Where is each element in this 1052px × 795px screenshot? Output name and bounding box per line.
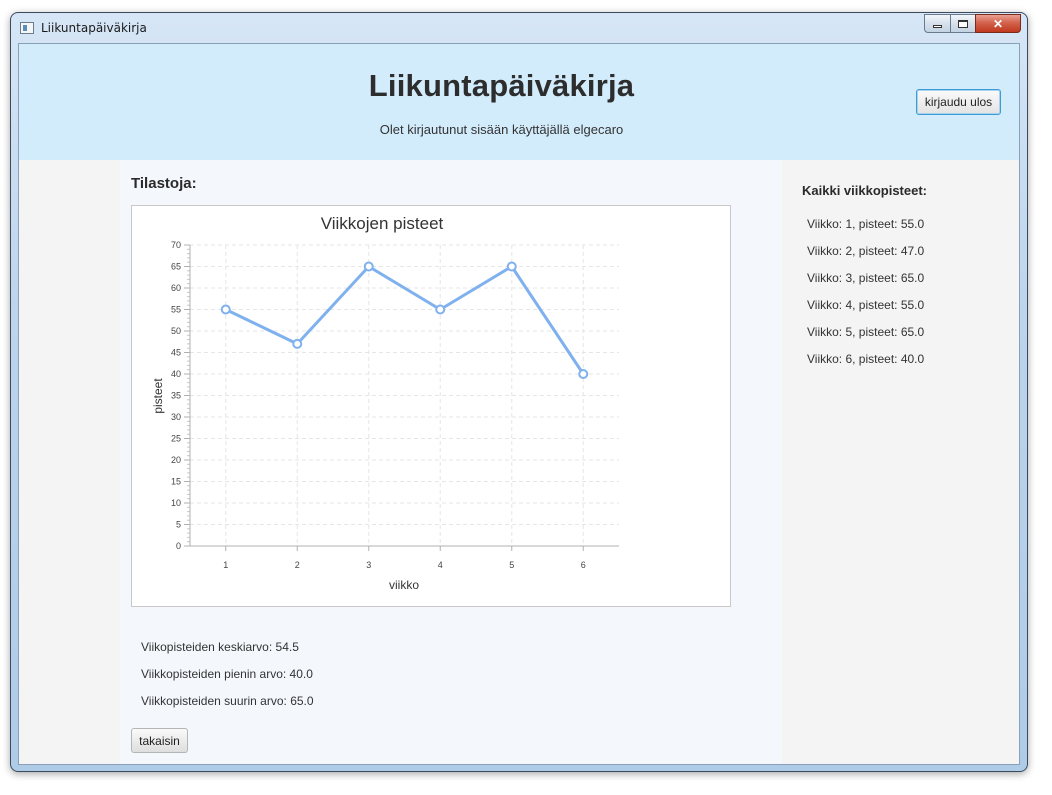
app-icon — [20, 22, 34, 34]
x-tick-label: 3 — [366, 560, 371, 570]
data-point — [363, 261, 374, 272]
y-tick-label: 45 — [171, 348, 181, 358]
statistics-panel: Tilastoja: Viikkojen pisteet 0 5 10 15 20 25 3… — [120, 160, 782, 764]
y-tick-label: 60 — [171, 283, 181, 293]
login-status-text: Olet kirjautunut sisään käyttäjällä elge… — [379, 122, 624, 137]
window-title: Liikuntapäiväkirja — [41, 21, 147, 35]
x-tick-label: 2 — [295, 560, 300, 570]
minimize-button[interactable] — [924, 14, 950, 33]
header: Liikuntapäiväkirja Olet kirjautunut sisä… — [19, 44, 1019, 160]
x-tick-label: 1 — [223, 560, 228, 570]
y-tick-label: 40 — [171, 369, 181, 379]
y-tick-label: 50 — [171, 326, 181, 336]
y-tick-label: 30 — [171, 412, 181, 422]
logout-button[interactable]: kirjaudu ulos — [916, 89, 1001, 115]
list-item: Viikko: 5, pisteet: 65.0 — [807, 325, 925, 339]
list-item: Viikko: 4, pisteet: 55.0 — [807, 298, 925, 312]
list-item: Viikko: 3, pisteet: 65.0 — [807, 271, 925, 285]
left-margin — [19, 160, 120, 764]
y-tick-label: 10 — [171, 498, 181, 508]
y-tick-label: 25 — [171, 434, 181, 444]
x-tick-label: 5 — [509, 560, 514, 570]
y-tick-label: 35 — [171, 391, 181, 401]
close-button[interactable]: ✕ — [975, 14, 1021, 33]
weekly-points-chart: Viikkojen pisteet 0 5 10 15 20 25 30 35 40 45 50 55… — [131, 205, 731, 607]
data-point — [292, 338, 303, 349]
weekly-points-sidebar: Kaikki viikkopisteet: Viikko: 1, pisteet… — [782, 160, 1019, 764]
application-window: Liikuntapäiväkirja ✕ Liikuntapäiväkirja … — [10, 12, 1028, 772]
page-title: Liikuntapäiväkirja — [368, 68, 635, 103]
data-point — [506, 261, 517, 272]
x-tick-label: 6 — [581, 560, 586, 570]
y-tick-label: 15 — [171, 477, 181, 487]
title-bar[interactable]: Liikuntapäiväkirja ✕ — [11, 13, 1027, 45]
window-controls: ✕ — [924, 14, 1021, 33]
chart-grid — [190, 244, 619, 547]
y-axis-label: pisteet — [151, 378, 165, 414]
sidebar-heading: Kaikki viikkopisteet: — [802, 183, 927, 198]
close-icon: ✕ — [992, 16, 1004, 31]
list-item: Viikko: 6, pisteet: 40.0 — [807, 352, 925, 366]
chart-svg: Viikkojen pisteet 0510152025303540455055… — [151, 214, 619, 592]
chart-series — [220, 261, 589, 379]
y-tick-label: 20 — [171, 455, 181, 465]
data-point — [220, 304, 231, 315]
y-tick-label: 55 — [171, 305, 181, 315]
data-point — [578, 369, 589, 379]
minimum-stat: Viikkopisteiden pienin arvo: 40.0 — [141, 667, 313, 681]
y-tick-label: 70 — [171, 240, 181, 250]
y-tick-label: 65 — [171, 262, 181, 272]
average-stat: Viikopisteiden keskiarvo: 54.5 — [141, 640, 299, 654]
data-point — [435, 304, 446, 315]
y-tick-label: 5 — [176, 520, 181, 530]
week-points-list: Viikko: 1, pisteet: 55.0 Viikko: 2, pist… — [807, 217, 924, 379]
maximum-stat: Viikkopisteiden suurin arvo: 65.0 — [141, 694, 314, 708]
maximize-icon — [958, 19, 968, 28]
list-item: Viikko: 2, pisteet: 47.0 — [807, 244, 925, 258]
client-area: Liikuntapäiväkirja Olet kirjautunut sisä… — [18, 43, 1020, 765]
list-item: Viikko: 1, pisteet: 55.0 — [807, 217, 925, 231]
chart-title: Viikkojen pisteet — [321, 214, 444, 233]
series-line — [225, 265, 585, 375]
back-button[interactable]: takaisin — [131, 728, 188, 753]
chart-axes: 05101520253035404550556065701 2 3 4 5 6 — [171, 240, 619, 570]
y-tick-label: 0 — [176, 541, 181, 551]
x-axis-label: viikko — [389, 578, 419, 592]
maximize-button[interactable] — [950, 14, 975, 33]
minimize-icon — [933, 24, 942, 28]
x-tick-label: 4 — [438, 560, 443, 570]
statistics-heading: Tilastoja: — [131, 175, 197, 192]
